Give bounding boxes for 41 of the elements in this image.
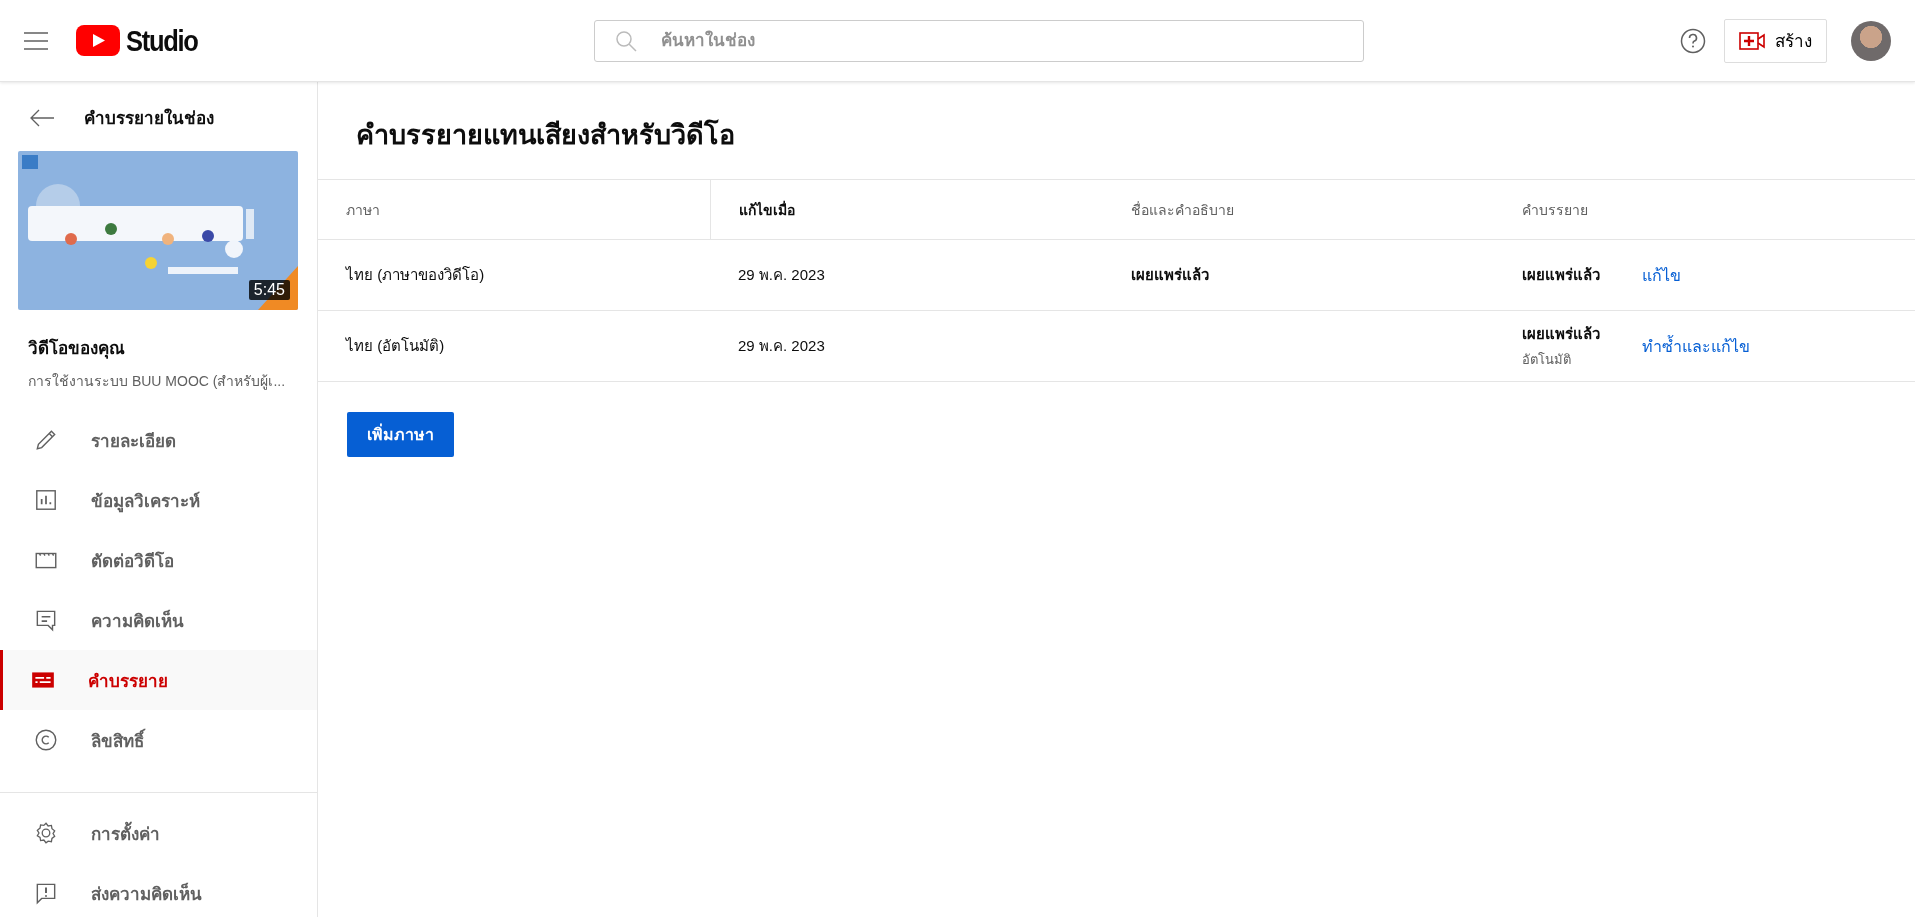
- video-camera-plus-icon: [1739, 31, 1765, 50]
- sidebar-item[interactable]: ความคิดเห็น: [0, 590, 317, 650]
- sidebar-item[interactable]: ข้อมูลวิเคราะห์: [0, 470, 317, 530]
- column-header[interactable]: แก้ไขเมื่อ: [710, 179, 1103, 240]
- create-button[interactable]: สร้าง: [1724, 18, 1827, 63]
- logo-text[interactable]: Studio: [126, 23, 198, 58]
- search-icon: [614, 28, 638, 53]
- copyright-icon: [33, 727, 59, 753]
- video-title: การใช้งานระบบ BUU MOOC (สำหรับผู้เ...: [28, 372, 287, 392]
- edit-link[interactable]: แก้ไข: [1642, 262, 1681, 288]
- column-header[interactable]: ภาษา: [318, 179, 710, 240]
- sidebar-item[interactable]: ส่งความคิดเห็น: [0, 863, 317, 917]
- table-cell: ไทย (ภาษาของวิดีโอ): [318, 239, 710, 311]
- status-text: เผยแพร่แล้ว: [1522, 324, 1600, 344]
- sidebar-item[interactable]: ตัดต่อวิดีโอ: [0, 530, 317, 590]
- play-logo-icon[interactable]: [76, 25, 120, 56]
- sidebar-item[interactable]: ลิขสิทธิ์: [0, 710, 317, 770]
- menu-icon[interactable]: [24, 31, 48, 50]
- add-language-button[interactable]: เพิ่มภาษา: [347, 412, 454, 457]
- table-cell: 29 พ.ค. 2023: [710, 239, 1103, 311]
- channel-subtitles-title: คำบรรยายในช่อง: [84, 107, 214, 130]
- status-note: อัตโนมัติ: [1522, 351, 1572, 369]
- sidebar-item[interactable]: รายละเอียด: [0, 410, 317, 470]
- column-header[interactable]: ชื่อและคำอธิบาย: [1103, 179, 1494, 240]
- help-icon[interactable]: [1680, 27, 1706, 54]
- sidebar-item[interactable]: การตั้งค่า: [0, 803, 317, 863]
- column-header[interactable]: คำบรรยาย: [1494, 179, 1915, 240]
- table-cell: 29 พ.ค. 2023: [710, 310, 1103, 382]
- table-cell: เผยแพร่แล้ว: [1103, 239, 1494, 311]
- video-duration: 5:45: [248, 280, 290, 300]
- table-cell: ไทย (อัตโนมัติ): [318, 310, 710, 382]
- video-label: วิดีโอของคุณ: [28, 337, 126, 361]
- status-text: เผยแพร่แล้ว: [1522, 265, 1600, 285]
- pencil-icon: [33, 427, 59, 453]
- back-arrow-icon[interactable]: [30, 108, 54, 127]
- bar-chart-icon: [33, 487, 59, 513]
- avatar[interactable]: [1851, 20, 1891, 61]
- sidebar-item[interactable]: คำบรรยาย: [0, 650, 317, 710]
- search-field[interactable]: ค้นหาในช่อง: [594, 19, 1364, 62]
- page-title: คำบรรยายแทนเสียงสำหรับวิดีโอ: [355, 118, 736, 152]
- edit-link[interactable]: ทำซ้ำและแก้ไข: [1642, 333, 1750, 359]
